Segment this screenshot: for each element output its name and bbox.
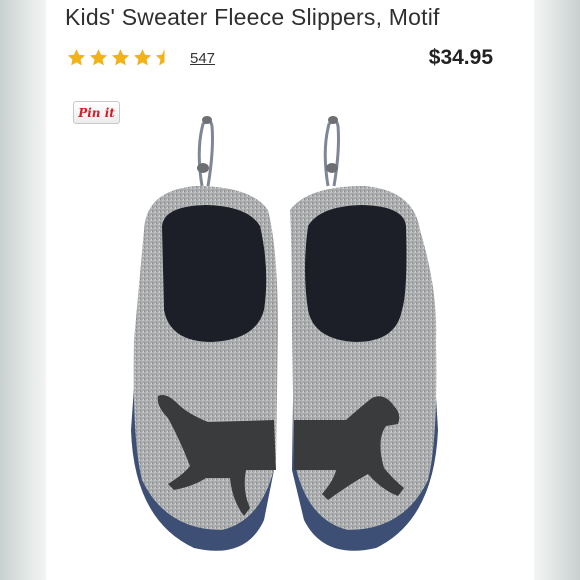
product-image[interactable]	[46, 0, 534, 580]
right-slipper	[290, 116, 438, 551]
product-card: Kids' Sweater Fleece Slippers, Motif 547…	[46, 0, 534, 580]
background-right	[534, 0, 580, 580]
background-left	[0, 0, 46, 580]
left-slipper	[131, 116, 278, 551]
